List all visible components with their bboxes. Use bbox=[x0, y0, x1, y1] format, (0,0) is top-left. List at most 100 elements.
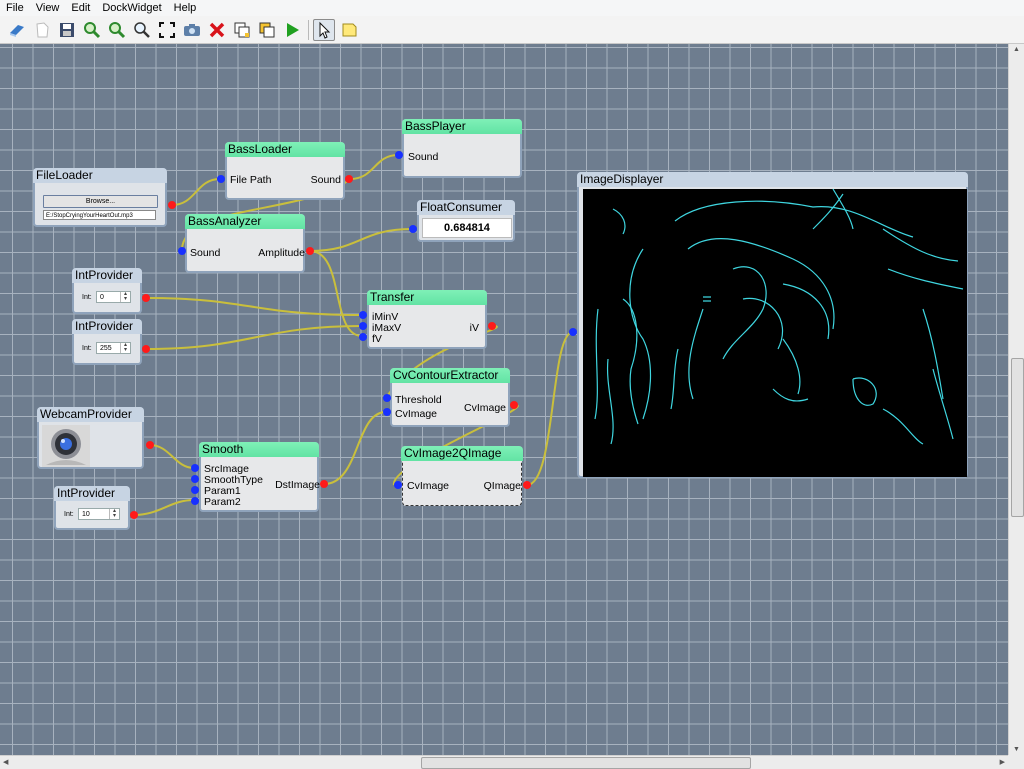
bass-analyzer-node[interactable]: BassAnalyzer Sound Amplitude bbox=[185, 214, 305, 273]
vertical-scrollbar[interactable]: ▲ ▼ bbox=[1008, 44, 1024, 755]
scrollbar-corner bbox=[1008, 755, 1024, 769]
zoom-fit-icon[interactable] bbox=[131, 19, 153, 41]
wire-int3-smooth bbox=[133, 499, 195, 516]
transfer-output-pin[interactable] bbox=[488, 322, 496, 330]
imagedisplayer-input-pin[interactable] bbox=[569, 328, 577, 336]
save-icon[interactable] bbox=[56, 19, 78, 41]
zoom-in-icon[interactable] bbox=[81, 19, 103, 41]
scroll-right-icon[interactable]: ▶ bbox=[1000, 758, 1005, 766]
fullscreen-icon[interactable] bbox=[156, 19, 178, 41]
wire-int2-transfer bbox=[145, 325, 363, 350]
floatconsumer-input-pin[interactable] bbox=[409, 225, 417, 233]
menu-bar: File View Edit DockWidget Help bbox=[0, 0, 1024, 17]
webcam-output-pin[interactable] bbox=[146, 441, 154, 449]
int-provider-node-1[interactable]: IntProvider Int: 0 ▴ ▾ bbox=[72, 268, 142, 314]
menu-file[interactable]: File bbox=[0, 0, 30, 16]
blank-page-icon[interactable] bbox=[31, 19, 53, 41]
camera-icon[interactable] bbox=[181, 19, 203, 41]
bassloader-output-pin[interactable] bbox=[345, 175, 353, 183]
transfer-input-pin-3[interactable] bbox=[359, 333, 367, 341]
contour-input-pin-2[interactable] bbox=[383, 408, 391, 416]
webcam-provider-node[interactable]: WebcamProvider bbox=[37, 407, 144, 469]
cv-contour-extractor-node[interactable]: CvContourExtractor Threshold CvImage CvI… bbox=[390, 368, 510, 427]
port-label: QImage bbox=[483, 480, 521, 492]
port-label: CvImage bbox=[407, 480, 450, 492]
node-title: BassLoader bbox=[225, 142, 345, 157]
delete-icon[interactable] bbox=[206, 19, 228, 41]
port-label: Sound bbox=[408, 151, 439, 163]
int-spinbox[interactable]: 0 ▴ ▾ bbox=[96, 291, 131, 303]
cvimage2qimage-node[interactable]: CvImage2QImage CvImage QImage bbox=[401, 446, 523, 506]
webcam-icon bbox=[42, 425, 90, 467]
int-provider-node-2[interactable]: IntProvider Int: 255 ▴ ▾ bbox=[72, 319, 142, 365]
note-icon[interactable] bbox=[338, 19, 360, 41]
int3-output-pin[interactable] bbox=[130, 511, 138, 519]
file-loader-node[interactable]: FileLoader Browse... E:/StopCryingYourHe… bbox=[33, 168, 167, 227]
scroll-left-icon[interactable]: ◀ bbox=[3, 758, 8, 766]
smooth-input-pin-3[interactable] bbox=[191, 486, 199, 494]
bassloader-input-pin[interactable] bbox=[217, 175, 225, 183]
int-spinbox[interactable]: 255 ▴ ▾ bbox=[96, 342, 131, 354]
spin-arrows[interactable]: ▴ ▾ bbox=[120, 291, 130, 302]
int-spinbox[interactable]: 10 ▴ ▾ bbox=[78, 508, 120, 520]
smooth-node[interactable]: Smooth SrcImage SmoothType Param1 Param2… bbox=[199, 442, 320, 512]
file-path-field[interactable]: E:/StopCryingYourHeartOut.mp3 bbox=[43, 210, 156, 220]
wire-smooth-contour bbox=[323, 411, 387, 485]
menu-edit[interactable]: Edit bbox=[65, 0, 96, 16]
copy-icon[interactable] bbox=[231, 19, 253, 41]
bassanalyzer-output-pin[interactable] bbox=[306, 247, 314, 255]
menu-view[interactable]: View bbox=[30, 0, 66, 16]
bass-loader-node[interactable]: BassLoader File Path Sound bbox=[225, 142, 345, 200]
paste-icon[interactable] bbox=[256, 19, 278, 41]
float-consumer-node[interactable]: FloatConsumer 0.684814 bbox=[417, 200, 515, 242]
float-value-display: 0.684814 bbox=[422, 218, 512, 238]
port-label: Threshold bbox=[395, 394, 442, 406]
cv2q-output-pin[interactable] bbox=[523, 481, 531, 489]
transfer-input-pin-2[interactable] bbox=[359, 322, 367, 330]
port-label: CvImage bbox=[463, 402, 506, 414]
node-title: CvContourExtractor bbox=[390, 368, 510, 383]
spin-arrows[interactable]: ▴ ▾ bbox=[109, 508, 119, 519]
wire-webcam-smooth bbox=[149, 444, 195, 469]
smooth-output-pin[interactable] bbox=[320, 480, 328, 488]
port-label: DstImage bbox=[275, 479, 320, 491]
contour-input-pin-1[interactable] bbox=[383, 394, 391, 402]
menu-dockwidget[interactable]: DockWidget bbox=[96, 0, 167, 16]
transfer-input-pin-1[interactable] bbox=[359, 311, 367, 319]
spin-arrows[interactable]: ▴ ▾ bbox=[120, 342, 130, 353]
select-pointer-icon[interactable] bbox=[313, 18, 335, 41]
transfer-node[interactable]: Transfer iMinV iMaxV fV iV bbox=[367, 290, 487, 349]
port-label: CvImage bbox=[395, 408, 438, 420]
node-title: IntProvider bbox=[72, 319, 142, 334]
horizontal-scrollbar[interactable]: ◀ ▶ bbox=[0, 755, 1008, 769]
bass-player-node[interactable]: BassPlayer Sound bbox=[402, 119, 522, 178]
int-provider-node-3[interactable]: IntProvider Int: 10 ▴ ▾ bbox=[54, 486, 130, 530]
contour-output-pin[interactable] bbox=[510, 401, 518, 409]
smooth-input-pin-2[interactable] bbox=[191, 475, 199, 483]
vertical-scroll-thumb[interactable] bbox=[1011, 358, 1024, 517]
smooth-input-pin-1[interactable] bbox=[191, 464, 199, 472]
bassanalyzer-input-pin[interactable] bbox=[178, 247, 186, 255]
horizontal-scroll-thumb[interactable] bbox=[421, 757, 751, 769]
wire-cv2q-imagedisplayer bbox=[526, 331, 574, 486]
new-icon[interactable] bbox=[6, 19, 28, 41]
zoom-out-icon[interactable] bbox=[106, 19, 128, 41]
node-editor-canvas[interactable]: FileLoader Browse... E:/StopCryingYourHe… bbox=[0, 44, 1008, 755]
int2-output-pin[interactable] bbox=[142, 345, 150, 353]
image-displayer-node[interactable]: ImageDisplayer bbox=[577, 172, 968, 478]
int-value: 255 bbox=[100, 345, 112, 352]
int1-output-pin[interactable] bbox=[142, 294, 150, 302]
menu-help[interactable]: Help bbox=[168, 0, 203, 16]
smooth-input-pin-4[interactable] bbox=[191, 497, 199, 505]
scroll-up-icon[interactable]: ▲ bbox=[1013, 46, 1020, 53]
node-title: FileLoader bbox=[33, 168, 167, 183]
fileloader-output-pin[interactable] bbox=[168, 201, 176, 209]
play-icon[interactable] bbox=[281, 19, 303, 41]
node-title: Transfer bbox=[367, 290, 487, 305]
bassplayer-input-pin[interactable] bbox=[395, 151, 403, 159]
browse-button[interactable]: Browse... bbox=[43, 195, 158, 208]
node-title: IntProvider bbox=[72, 268, 142, 283]
scroll-down-icon[interactable]: ▼ bbox=[1013, 746, 1020, 753]
cv2q-input-pin[interactable] bbox=[394, 481, 402, 489]
contour-image bbox=[594, 188, 964, 445]
